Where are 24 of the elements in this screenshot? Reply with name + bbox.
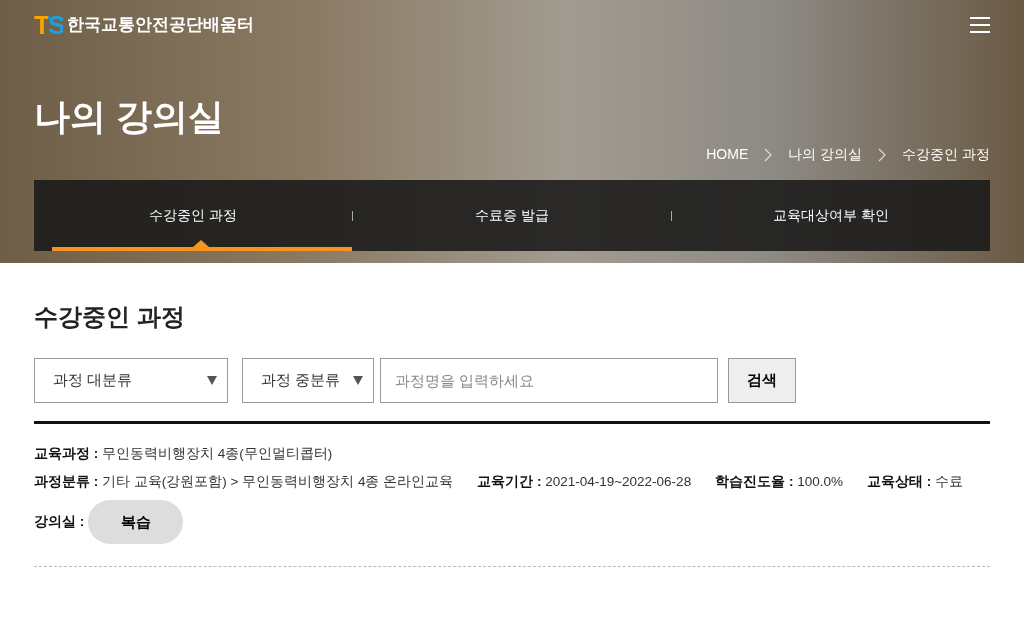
breadcrumb-link[interactable]: 나의 강의실 <box>788 144 863 165</box>
caret-icon <box>353 375 363 385</box>
chevron-icon <box>764 147 773 162</box>
info-text: 교육상태 : 수료 <box>866 473 963 492</box>
breadcrumb-link[interactable]: 수강중인 과정 <box>902 144 990 165</box>
search-button[interactable]: 검색 <box>728 357 796 403</box>
site-logo[interactable]: TS 한국교통안전공단배움터 <box>34 12 255 38</box>
info-text: 학습진도율 : 100.0% <box>715 473 843 492</box>
page-title: 나의 강의실 <box>34 95 225 139</box>
menu-icon[interactable] <box>970 16 990 34</box>
chevron-icon <box>878 147 887 162</box>
info-text: 교육기간 : 2021-04-19~2022-06-28 <box>477 473 692 492</box>
tab[interactable]: 교육대상여부 확인 <box>672 180 990 251</box>
review-button[interactable]: 복습 <box>88 500 184 545</box>
dropdown[interactable]: 과정 대분류 <box>34 357 228 403</box>
dropdown[interactable]: 과정 중분류 <box>242 357 374 403</box>
tab[interactable]: 수료증 발급 <box>353 180 671 251</box>
search-field[interactable]: 과정명을 입력하세요 <box>380 357 718 403</box>
info-text: 교육과정 : 무인동력비행장치 4종(무인멀티콥터) <box>34 444 333 463</box>
info-label: 강의실 : <box>34 513 85 532</box>
info-text: 과정분류 : 기타 교육(강원포함) > 무인동력비행장치 4종 온라인교육 <box>34 473 454 492</box>
section-title: 수강중인 과정 <box>34 303 186 332</box>
caret-icon <box>207 375 217 385</box>
tab[interactable]: 수강중인 과정 <box>34 180 352 251</box>
